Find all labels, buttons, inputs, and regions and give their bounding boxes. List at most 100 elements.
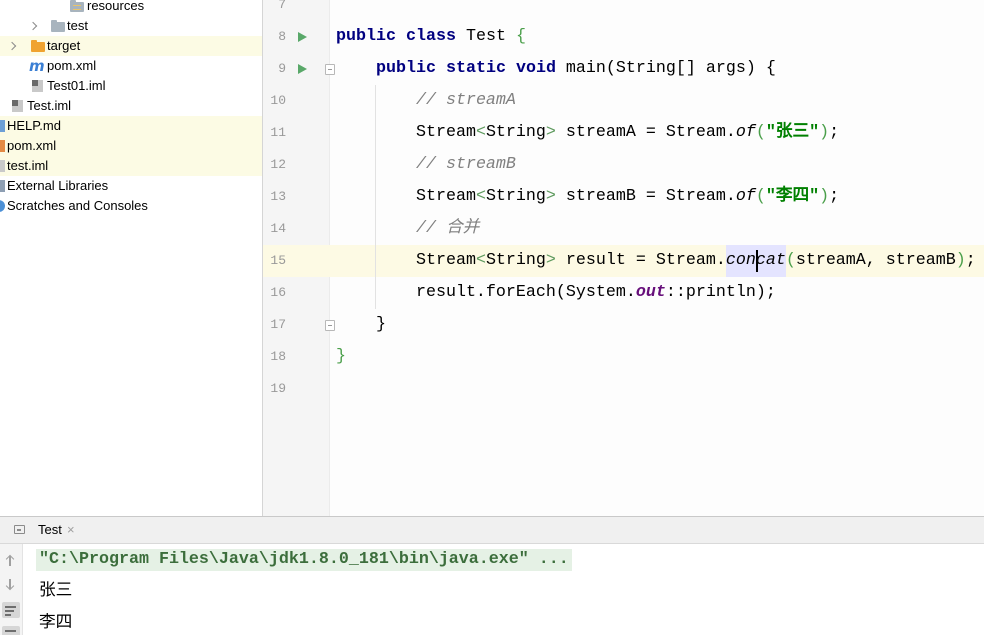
tree-item-test-iml[interactable]: Test.iml bbox=[0, 96, 262, 116]
code-token: ( bbox=[755, 123, 766, 142]
code-token: public bbox=[336, 27, 396, 46]
text-caret bbox=[756, 250, 758, 272]
code-editor[interactable]: 7 8 9 10 11 12 13 14 15 16 17 18 19 public class Tes… bbox=[263, 0, 984, 516]
code-token: Test bbox=[455, 27, 516, 46]
console-line-command: "C:\Program Files\Java\jdk1.8.0_181\bin\… bbox=[36, 549, 572, 571]
run-gutter-icon[interactable] bbox=[298, 63, 307, 74]
arrow-head bbox=[5, 554, 14, 563]
code-token: ; bbox=[829, 123, 840, 142]
tree-item-help-md[interactable]: HELP.md bbox=[0, 116, 262, 136]
soft-wrap-icon[interactable] bbox=[2, 602, 20, 618]
arrow-up-icon[interactable] bbox=[4, 554, 16, 566]
code-token: // streamA bbox=[415, 91, 516, 110]
module-file-icon bbox=[0, 160, 5, 172]
line-number: 16 bbox=[270, 285, 286, 300]
code-line[interactable]: // streamA bbox=[336, 85, 516, 117]
line-number: 7 bbox=[278, 0, 286, 12]
run-tab-label: Test bbox=[38, 522, 62, 537]
close-tab-button[interactable]: × bbox=[67, 517, 75, 543]
code-line[interactable]: Stream<String> streamA = Stream.of("张三")… bbox=[336, 117, 839, 149]
line-number: 13 bbox=[270, 189, 286, 204]
code-line[interactable]: result.forEach(System.out::println); bbox=[336, 277, 776, 309]
code-token: > bbox=[545, 251, 556, 270]
tree-item-label: Test.iml bbox=[27, 98, 72, 113]
resources-folder-icon bbox=[70, 0, 84, 12]
tree-item-scratches[interactable]: Scratches and Consoles bbox=[0, 196, 262, 216]
code-token: out bbox=[635, 283, 666, 302]
tree-item-label: resources bbox=[87, 0, 145, 13]
code-line[interactable]: } bbox=[336, 341, 346, 373]
tree-item-label: pom.xml bbox=[47, 58, 97, 73]
line-number: 10 bbox=[270, 93, 286, 108]
run-tab-test[interactable]: Test × bbox=[0, 517, 86, 543]
tree-item-resources[interactable]: resources bbox=[0, 0, 262, 16]
scratches-icon bbox=[0, 200, 5, 212]
code-token: < bbox=[475, 187, 486, 206]
code-line[interactable]: // streamB bbox=[336, 149, 516, 181]
code-token: ( bbox=[755, 187, 766, 206]
code-token: Stream bbox=[336, 251, 476, 270]
external-libraries-icon bbox=[0, 180, 5, 192]
line-number: 14 bbox=[270, 221, 286, 236]
line-number: 11 bbox=[270, 125, 286, 140]
code-token: streamA, streamB bbox=[795, 251, 956, 270]
tree-item-external-libraries[interactable]: External Libraries bbox=[0, 176, 262, 196]
chevron-right-icon[interactable] bbox=[7, 41, 17, 51]
code-token: } bbox=[336, 315, 386, 334]
arrow-down-icon[interactable] bbox=[4, 579, 16, 591]
scroll-to-end-icon[interactable] bbox=[2, 626, 20, 635]
code-token: } bbox=[336, 347, 346, 366]
xml-file-icon bbox=[0, 140, 5, 152]
code-line[interactable]: Stream<String> streamB = Stream.of("李四")… bbox=[336, 181, 839, 213]
code-token: < bbox=[475, 251, 486, 270]
code-token: Stream bbox=[336, 187, 476, 206]
code-token: < bbox=[475, 123, 486, 142]
code-line[interactable]: public static void main(String[] args) { bbox=[336, 53, 776, 85]
code-token: // streamB bbox=[415, 155, 516, 174]
fold-icon[interactable] bbox=[325, 320, 335, 331]
line-number: 18 bbox=[270, 349, 286, 364]
code-line[interactable]: public class Test { bbox=[336, 21, 526, 53]
run-gutter-icon[interactable] bbox=[298, 31, 307, 42]
tree-item-root-test-iml[interactable]: test.iml bbox=[0, 156, 262, 176]
console-line-output: 李四 bbox=[39, 614, 73, 633]
code-token: > bbox=[545, 187, 556, 206]
code-token: String bbox=[485, 123, 546, 142]
line-number: 19 bbox=[270, 381, 286, 396]
run-panel: Test × "C:\Program Files\Java\jdk1.8.0_1… bbox=[0, 516, 984, 635]
code-line[interactable]: } bbox=[336, 309, 386, 341]
code-token: streamB = Stream. bbox=[555, 187, 736, 206]
folder-icon bbox=[51, 20, 65, 32]
module-file-icon bbox=[12, 100, 23, 112]
fold-icon[interactable] bbox=[325, 64, 335, 75]
chevron-right-icon[interactable] bbox=[28, 21, 38, 31]
console-toolbar bbox=[0, 544, 23, 635]
code-token: ; bbox=[965, 251, 976, 270]
tree-item-pom-xml[interactable]: m pom.xml bbox=[0, 56, 262, 76]
tree-item-label: HELP.md bbox=[7, 118, 61, 133]
console-icon bbox=[14, 525, 25, 534]
code-token: of bbox=[735, 187, 756, 206]
excluded-folder-icon bbox=[31, 40, 45, 52]
tree-item-test[interactable]: test bbox=[0, 16, 262, 36]
tree-item-label: target bbox=[47, 38, 81, 53]
tree-item-root-pom-xml[interactable]: pom.xml bbox=[0, 136, 262, 156]
markdown-file-icon bbox=[0, 120, 5, 132]
tree-item-target[interactable]: target bbox=[0, 36, 262, 56]
code-token: of bbox=[735, 123, 756, 142]
code-line[interactable]: Stream<String> result = Stream.concat(st… bbox=[336, 245, 976, 277]
arrow-head bbox=[5, 581, 14, 591]
code-token: main(String[] args) { bbox=[555, 59, 776, 78]
code-line[interactable]: // 合并 bbox=[336, 213, 479, 245]
code-token: ::println); bbox=[665, 283, 776, 302]
tree-item-test01-iml[interactable]: Test01.iml bbox=[0, 76, 262, 96]
line-number: 15 bbox=[270, 253, 286, 268]
tree-item-label: test.iml bbox=[7, 158, 49, 173]
code-token: ; bbox=[829, 187, 840, 206]
wrap-line bbox=[5, 606, 16, 608]
